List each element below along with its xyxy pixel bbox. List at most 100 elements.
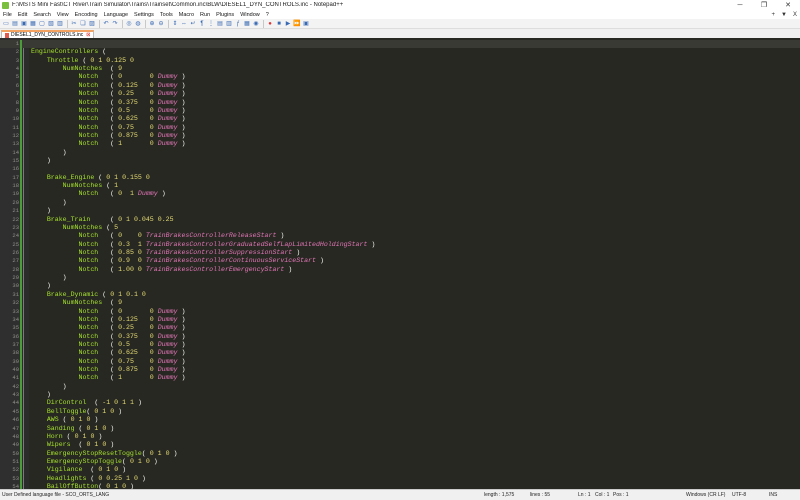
doc-map-icon[interactable]: ▥ (225, 20, 233, 28)
code-line[interactable]: 53 Headlights ( 0 0.25 1 0 ) (0, 474, 800, 484)
folder-workspace-icon[interactable]: ▦ (243, 20, 251, 28)
zoom-out-icon[interactable]: ⊖ (157, 20, 165, 28)
code-line[interactable]: 24 Notch ( 0 0 TrainBrakesControllerRele… (0, 232, 800, 241)
code-line[interactable]: 17 Brake_Engine ( 0 1 0.155 0 (0, 173, 800, 183)
code-line[interactable]: 4 NumNotches ( 9 (0, 65, 800, 74)
status-eol[interactable]: Windows (CR LF) (686, 492, 725, 498)
code-line[interactable]: 52 Vigilance ( 0 1 0 ) (0, 466, 800, 475)
code-line[interactable]: 15 ) (0, 157, 800, 166)
menu-file[interactable]: File (0, 12, 15, 18)
close-button[interactable]: ✕ (776, 0, 800, 10)
code-line[interactable]: 29 ) (0, 274, 800, 283)
monitoring-icon[interactable]: ◉ (252, 20, 260, 28)
close-all-icon[interactable]: ▧ (47, 20, 55, 28)
code-line[interactable]: 2 EngineControllers ( (0, 48, 800, 57)
menu-macro[interactable]: Macro (176, 12, 197, 18)
code-line[interactable]: 50 EmergencyStopResetToggle( 0 1 0 ) (0, 449, 800, 458)
code-line[interactable]: 23 NumNotches ( 5 (0, 223, 800, 233)
indent-guide-icon[interactable]: ⋮ (207, 20, 215, 28)
code-line[interactable]: 10 Notch ( 0.625 0 Dummy ) (0, 115, 800, 124)
menu-window[interactable]: Window (237, 12, 263, 18)
code-line[interactable]: 25 Notch ( 0.3 1 TrainBrakesControllerGr… (0, 240, 800, 249)
minimize-button[interactable]: ─ (728, 0, 752, 10)
code-line[interactable]: 31 Brake_Dynamic ( 0 1 0.1 0 (0, 290, 800, 300)
code-line[interactable]: 6 Notch ( 0.125 0 Dummy ) (0, 81, 800, 91)
menu-plugins[interactable]: Plugins (213, 12, 237, 18)
code-line[interactable]: 49 Wipers ( 0 1 0 ) (0, 441, 800, 450)
code-line[interactable]: 27 Notch ( 0.9 0 TrainBrakesControllerCo… (0, 257, 800, 266)
code-line[interactable]: 22 Brake_Train ( 0 1 0.045 0.25 (0, 215, 800, 224)
menu-search[interactable]: Search (30, 12, 53, 18)
save-all-icon[interactable]: ▦ (29, 20, 37, 28)
code-line[interactable]: 45 BellToggle( 0 1 0 ) (0, 407, 800, 417)
code-line[interactable]: 42 ) (0, 382, 800, 392)
code-line[interactable]: 12 Notch ( 0.875 0 Dummy ) (0, 131, 800, 141)
cut-icon[interactable]: ✂ (70, 20, 78, 28)
open-file-icon[interactable]: ▤ (11, 20, 19, 28)
menu-encoding[interactable]: Encoding (72, 12, 101, 18)
code-line[interactable]: 5 Notch ( 0 0 Dummy ) (0, 73, 800, 82)
macro-play-icon[interactable]: ▶ (284, 20, 292, 28)
code-line[interactable]: 41 Notch ( 1 0 Dummy ) (0, 374, 800, 383)
code-line[interactable]: 40 Notch ( 0.875 0 Dummy ) (0, 366, 800, 375)
new-tab-button[interactable]: + (769, 12, 779, 18)
find-icon[interactable]: ◎ (125, 20, 133, 28)
paste-icon[interactable]: ▨ (88, 20, 96, 28)
code-line[interactable]: 19 Notch ( 0 1 Dummy ) (0, 190, 800, 199)
macro-record-icon[interactable]: ● (266, 20, 274, 28)
word-wrap-icon[interactable]: ↵ (189, 20, 197, 28)
menu-edit[interactable]: Edit (15, 12, 30, 18)
code-line[interactable]: 34 Notch ( 0.125 0 Dummy ) (0, 315, 800, 325)
code-line[interactable]: 30 ) (0, 282, 800, 291)
code-line[interactable]: 20 ) (0, 198, 800, 208)
show-all-chars-icon[interactable]: ¶ (198, 20, 206, 28)
status-insert-mode[interactable]: INS (769, 492, 777, 498)
new-file-icon[interactable]: ▭ (2, 20, 10, 28)
code-line[interactable]: 13 Notch ( 1 0 Dummy ) (0, 140, 800, 149)
code-line[interactable]: 51 EmergencyStopToggle( 0 1 0 ) (0, 457, 800, 467)
code-line[interactable]: 47 Sanding ( 0 1 0 ) (0, 424, 800, 433)
language-icon[interactable]: ▤ (216, 20, 224, 28)
sync-horizontal-icon[interactable]: ⇔ (180, 20, 188, 28)
code-line[interactable]: 8 Notch ( 0.375 0 Dummy ) (0, 98, 800, 107)
code-line[interactable]: 37 Notch ( 0.5 0 Dummy ) (0, 340, 800, 350)
print-icon[interactable]: ▥ (56, 20, 64, 28)
macro-stop-icon[interactable]: ■ (275, 20, 283, 28)
macro-play-multiple-icon[interactable]: ⏩ (293, 20, 301, 28)
code-line[interactable]: 36 Notch ( 0.375 0 Dummy ) (0, 332, 800, 341)
replace-icon[interactable]: ◍ (134, 20, 142, 28)
code-line[interactable]: 38 Notch ( 0.625 0 Dummy ) (0, 349, 800, 358)
sync-vertical-icon[interactable]: ⇕ (171, 20, 179, 28)
menu-run[interactable]: Run (197, 12, 213, 18)
code-line[interactable]: 21 ) (0, 207, 800, 216)
copy-icon[interactable]: ❏ (79, 20, 87, 28)
maximize-button[interactable]: ❐ (752, 0, 776, 10)
code-line[interactable]: 46 AWS ( 0 1 0 ) (0, 416, 800, 425)
code-line[interactable]: 28 Notch ( 1.00 0 TrainBrakesControllerE… (0, 265, 800, 275)
code-line[interactable]: 32 NumNotches ( 9 (0, 299, 800, 308)
tab-list-button[interactable]: ▼ (778, 12, 790, 18)
code-line[interactable]: 9 Notch ( 0.5 0 Dummy ) (0, 106, 800, 116)
status-encoding[interactable]: UTF-8 (732, 492, 746, 498)
code-line[interactable]: 43 ) (0, 391, 800, 400)
code-line[interactable]: 3 Throttle ( 0 1 0.125 0 (0, 56, 800, 66)
undo-icon[interactable]: ↶ (102, 20, 110, 28)
menu-help[interactable]: ? (263, 12, 272, 18)
tab-diesel1-dyn-controls[interactable]: DIESEL1_DYN_CONTROLS.inc ⊠ (1, 30, 95, 38)
zoom-in-icon[interactable]: ⊕ (148, 20, 156, 28)
close-file-icon[interactable]: ▢ (38, 20, 46, 28)
menu-view[interactable]: View (54, 12, 72, 18)
menu-settings[interactable]: Settings (131, 12, 157, 18)
code-line[interactable]: 7 Notch ( 0.25 0 Dummy ) (0, 90, 800, 99)
menu-tools[interactable]: Tools (157, 12, 176, 18)
code-editor[interactable]: 1 2 EngineControllers (3 Throttle ( 0 1 0.… (0, 38, 800, 489)
code-line[interactable]: 39 Notch ( 0.75 0 Dummy ) (0, 357, 800, 367)
code-line[interactable]: 16 (0, 165, 800, 174)
code-line[interactable]: 33 Notch ( 0 0 Dummy ) (0, 307, 800, 316)
code-line[interactable]: 26 Notch ( 0.85 0 TrainBrakesControllerS… (0, 248, 800, 258)
code-line[interactable]: 1 (0, 40, 800, 49)
code-line[interactable]: 48 Horn ( 0 1 0 ) (0, 432, 800, 442)
close-doc-button[interactable]: X (790, 12, 800, 18)
code-line[interactable]: 14 ) (0, 148, 800, 158)
code-line[interactable]: 35 Notch ( 0.25 0 Dummy ) (0, 324, 800, 333)
